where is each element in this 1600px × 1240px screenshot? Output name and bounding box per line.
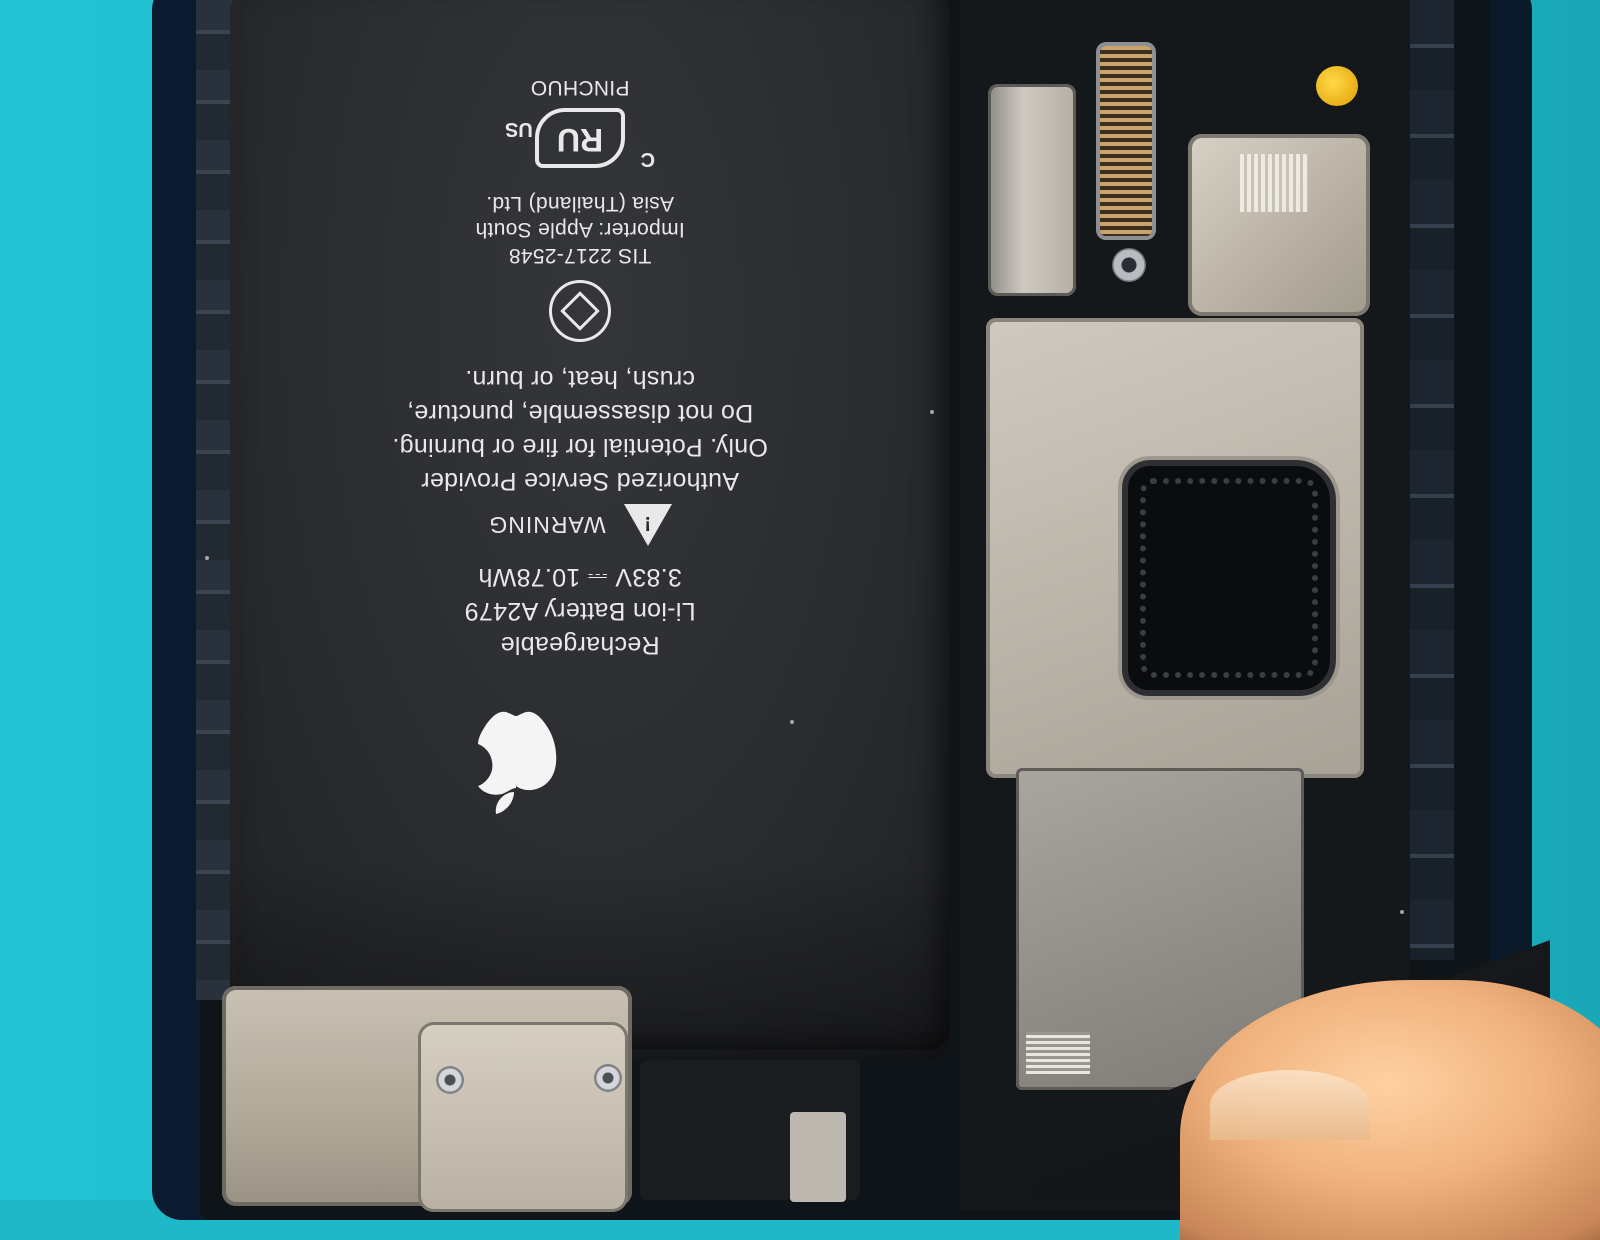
dust-speck <box>790 720 794 724</box>
label-line-model: Li-ion Battery A2479 <box>464 597 696 625</box>
manufacturer-name: PINCHUO <box>530 76 630 99</box>
label-line-rechargeable: Rechargeable <box>500 631 660 659</box>
label-line-rating: 3.83V ⎓ 10.78Wh <box>478 563 682 591</box>
screw-icon <box>436 1066 464 1094</box>
gold-contact-pad <box>1316 66 1358 106</box>
lower-datamatrix-code <box>1026 1032 1090 1074</box>
datamatrix-code <box>1240 154 1308 212</box>
importer-line-1: Importer: Apple South <box>475 218 685 241</box>
warning-title: WARNING <box>488 512 606 539</box>
dust-speck <box>205 556 209 560</box>
ul-certification-logo: C RU US <box>505 104 655 174</box>
small-shield-can <box>988 84 1076 296</box>
battery-label: Rechargeable Li-ion Battery A2479 3.83V … <box>300 0 860 680</box>
fingernail <box>1210 1070 1370 1140</box>
importer-line-2: Asia (Thailand) Ltd. <box>485 192 675 215</box>
exposed-soc-chip <box>1128 466 1330 690</box>
cert-us-mark: US <box>505 118 533 140</box>
bottom-module <box>640 1060 860 1202</box>
rf-shield-chip <box>1188 134 1370 316</box>
bottom-bracket <box>222 986 632 1212</box>
warning-triangle-icon: ! <box>623 504 672 546</box>
warning-row: ! WARNING <box>300 504 860 546</box>
recycle-symbol-icon <box>549 280 611 342</box>
warning-line-2: Only. Potential for fire or burning. <box>392 433 768 461</box>
tis-standard: TIS 2217-2548 <box>508 244 652 267</box>
apple-logo-icon <box>478 711 557 814</box>
ul-ru-mark: RU <box>535 108 625 168</box>
bracket-tab <box>418 1022 628 1212</box>
flex-connector <box>1100 46 1152 236</box>
chip-pins <box>1140 478 1318 678</box>
cert-c-mark: C <box>640 148 655 170</box>
screw-icon <box>594 1064 622 1092</box>
screw-boss <box>1112 248 1146 282</box>
dust-speck <box>930 410 934 414</box>
module-metal-plate <box>790 1112 846 1202</box>
warning-line-3: Do not disassemble, puncture, <box>406 399 754 427</box>
right-side-rail <box>1408 0 1454 960</box>
warning-line-4: crush, heat, or burn. <box>464 365 696 393</box>
warning-line-1: Authorized Service Provider <box>421 467 739 495</box>
dust-speck <box>1400 910 1404 914</box>
